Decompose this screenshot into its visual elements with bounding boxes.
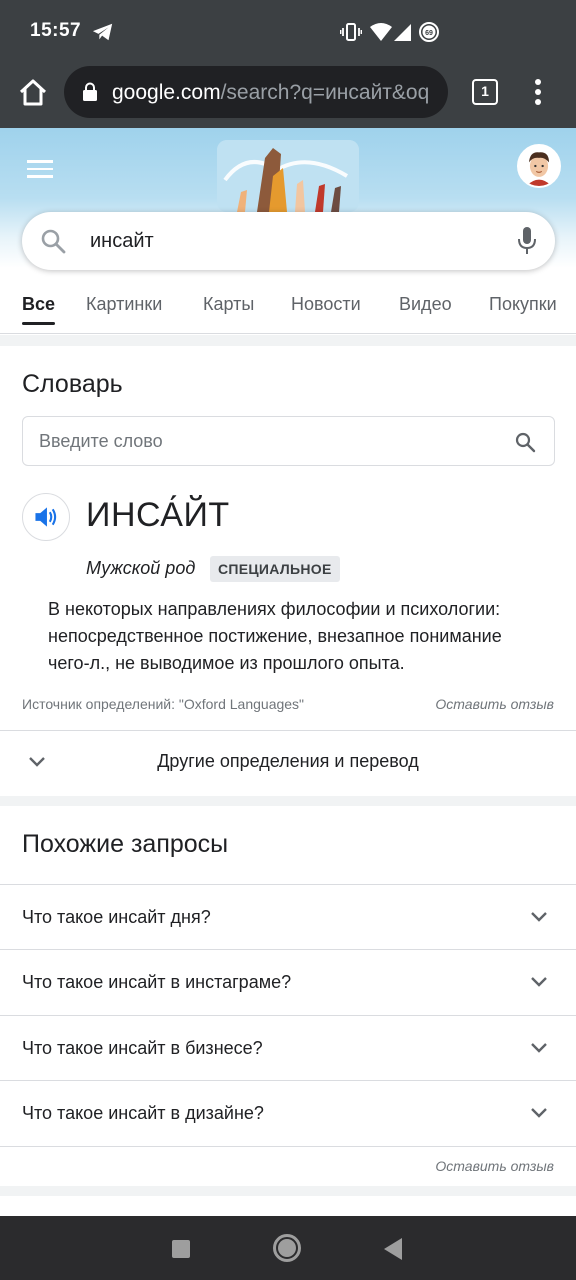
home-nav-icon[interactable] xyxy=(273,1234,301,1262)
section-gap xyxy=(0,335,576,346)
word-definition: В некоторых направлениях философии и пси… xyxy=(48,599,502,673)
dictionary-word-input[interactable] xyxy=(39,429,479,453)
related-question[interactable]: Что такое инсайт в инстаграме? xyxy=(0,949,576,1014)
lock-icon xyxy=(83,82,97,101)
related-searches-title: Похожие запросы xyxy=(22,830,229,858)
divider xyxy=(0,1146,576,1147)
related-question[interactable]: Что такое инсайт в бизнесе? xyxy=(0,1015,576,1080)
related-question-label: Что такое инсайт в инстаграме? xyxy=(22,972,292,992)
battery-level: 69 xyxy=(425,30,433,37)
status-time: 15:57 xyxy=(30,20,82,41)
more-menu-icon[interactable] xyxy=(530,76,546,108)
related-feedback-link[interactable]: Оставить отзыв xyxy=(435,1158,554,1174)
usage-label-badge: СПЕЦИАЛЬНОЕ xyxy=(210,556,340,582)
hamburger-menu-icon[interactable] xyxy=(27,160,53,178)
dictionary-word: ИНСА́ЙТ xyxy=(86,496,230,534)
related-question-label: Что такое инсайт в бизнесе? xyxy=(22,1038,263,1058)
back-icon[interactable] xyxy=(384,1238,402,1260)
chevron-down-icon xyxy=(531,977,547,987)
search-icon xyxy=(41,229,66,254)
pronunciation-speaker-icon[interactable] xyxy=(22,493,70,541)
browser-toolbar: google.com/search?q=инсайт&oq 1 xyxy=(0,62,576,128)
definition-source: Источник определений: "Oxford Languages" xyxy=(22,696,305,712)
address-bar[interactable]: google.com/search?q=инсайт&oq xyxy=(64,66,448,118)
section-gap xyxy=(0,1186,576,1196)
chevron-down-icon xyxy=(531,1043,547,1053)
dictionary-title: Словарь xyxy=(22,370,123,398)
google-header: инсайт xyxy=(0,128,576,270)
url-host: google.com xyxy=(112,81,221,104)
search-input[interactable]: инсайт xyxy=(90,230,154,253)
tab-news[interactable]: Новости xyxy=(291,294,361,315)
recent-apps-icon[interactable] xyxy=(172,1240,190,1258)
url-text: google.com/search?q=инсайт&oq xyxy=(112,81,429,105)
search-tabs: Все Картинки Карты Новости Видео Покупки xyxy=(0,280,576,334)
avatar[interactable] xyxy=(517,144,561,188)
related-question[interactable]: Что такое инсайт в дизайне? xyxy=(0,1080,576,1145)
more-definitions-button[interactable]: Другие определения и перевод xyxy=(0,731,576,795)
status-bar: 15:57 69 xyxy=(0,0,576,62)
telegram-icon xyxy=(92,23,113,41)
related-question-label: Что такое инсайт дня? xyxy=(22,907,211,927)
dictionary-feedback-link[interactable]: Оставить отзыв xyxy=(435,696,554,712)
signal-icon xyxy=(394,24,411,41)
tab-maps[interactable]: Карты xyxy=(203,294,254,315)
related-question[interactable]: Что такое инсайт дня? xyxy=(0,884,576,949)
system-navigation-bar xyxy=(0,1216,576,1280)
battery-saver-icon: 69 xyxy=(419,22,439,42)
search-box[interactable]: инсайт xyxy=(22,212,555,270)
chevron-down-icon xyxy=(531,912,547,922)
next-card-edge xyxy=(0,1196,576,1216)
search-icon[interactable] xyxy=(514,431,536,453)
dictionary-card: Словарь ИНСА́ЙТ Мужской род СПЕЦИАЛЬНОЕ … xyxy=(0,346,576,796)
google-doodle[interactable] xyxy=(217,140,359,212)
url-path: /search?q=инсайт&oq xyxy=(220,81,430,104)
home-icon[interactable] xyxy=(16,76,50,110)
dictionary-search-field[interactable] xyxy=(22,416,555,466)
tab-all[interactable]: Все xyxy=(22,294,55,315)
tab-shopping[interactable]: Покупки xyxy=(489,294,557,315)
section-gap xyxy=(0,796,576,806)
active-tab-indicator xyxy=(22,322,55,325)
tab-images[interactable]: Картинки xyxy=(86,294,162,315)
chevron-down-icon xyxy=(531,1108,547,1118)
related-question-label: Что такое инсайт в дизайне? xyxy=(22,1103,264,1123)
wifi-icon xyxy=(370,23,392,41)
word-gender: Мужской род xyxy=(86,558,196,578)
tab-video[interactable]: Видео xyxy=(399,294,452,315)
tab-switcher-button[interactable]: 1 xyxy=(472,79,498,105)
related-searches-card: Похожие запросы Что такое инсайт дня? Чт… xyxy=(0,806,576,1186)
microphone-icon[interactable] xyxy=(517,226,537,256)
more-definitions-label: Другие определения и перевод xyxy=(157,751,419,771)
vibrate-icon xyxy=(340,23,362,41)
